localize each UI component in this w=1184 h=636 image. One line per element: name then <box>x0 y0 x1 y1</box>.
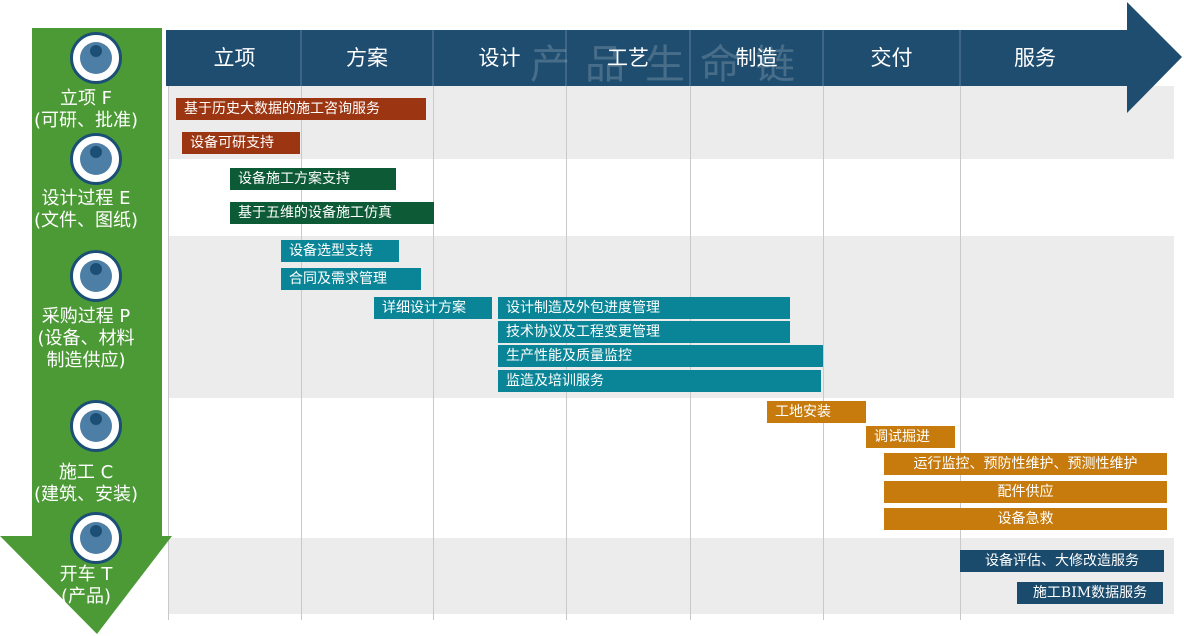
activity-bar: 设备施工方案支持 <box>230 168 396 190</box>
stage-subtitle: (文件、图纸) <box>33 210 139 231</box>
activity-bar: 施工BIM数据服务 <box>1017 582 1163 604</box>
computer-user-icon <box>70 133 122 185</box>
stage-title: 立项 F <box>59 88 113 109</box>
activity-bar: 工地安装 <box>767 401 866 423</box>
activity-bar: 生产性能及质量监控 <box>498 345 823 367</box>
activity-bar: 监造及培训服务 <box>498 370 821 392</box>
stage-subtitle: (设备、材料 <box>37 328 135 349</box>
stage-label-construction: 施工 C (建筑、安装) <box>0 462 172 506</box>
stage-title: 设计过程 E <box>41 188 131 209</box>
construction-icon <box>70 400 122 452</box>
activity-bar: 运行监控、预防性维护、预测性维护 <box>884 453 1167 475</box>
stage-label-commissioning: 开车 T (产品) <box>0 564 172 608</box>
activity-bar: 设备可研支持 <box>182 132 300 154</box>
activity-bar: 基于五维的设备施工仿真 <box>230 202 434 224</box>
stage-subtitle: (建筑、安装) <box>33 484 139 505</box>
globe-icon <box>70 32 122 84</box>
stage-subtitle: (产品) <box>60 586 112 607</box>
activity-bar: 详细设计方案 <box>374 297 492 319</box>
phase-label-delivery: 交付 <box>870 46 913 70</box>
activity-bar: 设备选型支持 <box>281 240 399 262</box>
stage-subtitle: 制造供应) <box>46 350 126 371</box>
stage-title: 开车 T <box>59 564 113 585</box>
activity-bar: 设计制造及外包进度管理 <box>498 297 790 319</box>
stage-subtitle: (可研、批准) <box>33 110 139 131</box>
activity-bar: 设备急救 <box>884 508 1167 530</box>
activity-bar: 基于历史大数据的施工咨询服务 <box>176 98 426 120</box>
operator-icon <box>70 512 122 564</box>
phase-label-scheme: 方案 <box>346 46 388 70</box>
activity-bar: 设备评估、大修改造服务 <box>960 550 1164 572</box>
stage-title: 施工 C <box>58 462 114 483</box>
activity-bar: 配件供应 <box>884 481 1167 503</box>
phase-label-service: 服务 <box>1014 46 1056 70</box>
stage-title: 采购过程 P <box>41 306 131 327</box>
phase-label-process: 工艺 <box>607 46 649 70</box>
activity-bar: 技术协议及工程变更管理 <box>498 321 790 343</box>
stage-label-procurement: 采购过程 P (设备、材料 制造供应) <box>0 306 172 372</box>
activity-bar: 合同及需求管理 <box>281 268 421 290</box>
phase-label-manufacture: 制造 <box>735 46 778 70</box>
stage-label-feasibility: 立项 F (可研、批准) <box>0 88 172 132</box>
activity-bar: 调试掘进 <box>866 426 955 448</box>
stage-label-design: 设计过程 E (文件、图纸) <box>0 188 172 232</box>
procurement-icon <box>70 250 122 302</box>
phase-label-design: 设计 <box>478 46 521 70</box>
phase-label-approval: 立项 <box>213 46 256 70</box>
